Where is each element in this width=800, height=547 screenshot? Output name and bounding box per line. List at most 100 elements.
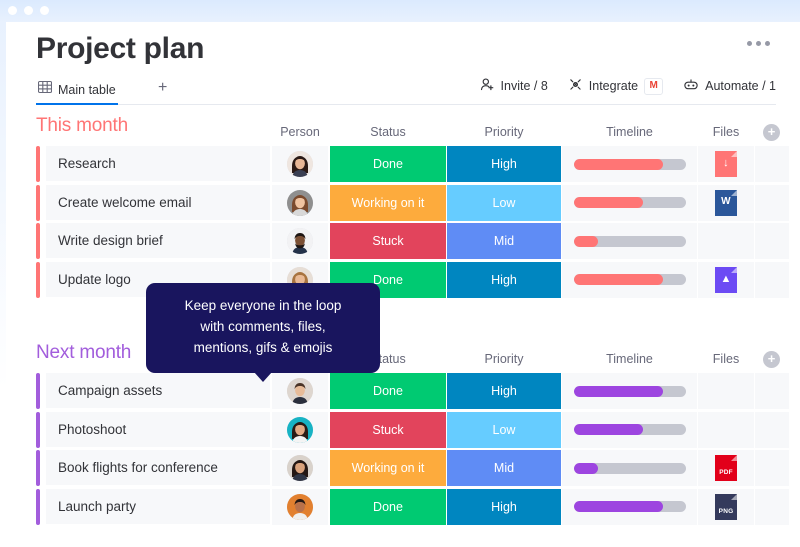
column-header-timeline[interactable]: Timeline bbox=[562, 125, 697, 139]
tooltip-pointer bbox=[254, 371, 272, 382]
file-audio-icon[interactable]: ↓ bbox=[715, 151, 737, 177]
row-name-cell[interactable]: Research bbox=[46, 146, 270, 182]
table-row[interactable]: Research Done High ↓ bbox=[36, 146, 789, 183]
file-word-icon[interactable]: W bbox=[715, 189, 737, 216]
browser-window-chrome bbox=[0, 0, 800, 22]
timeline-fill bbox=[573, 501, 664, 512]
table-row[interactable]: Write design brief Stuck Mid bbox=[36, 223, 789, 260]
automate-button[interactable]: Automate / 1 bbox=[683, 77, 776, 95]
invite-button[interactable]: Invite / 8 bbox=[480, 77, 548, 95]
files-cell[interactable]: W bbox=[698, 184, 754, 222]
timeline-fill bbox=[573, 197, 643, 208]
timeline-fill bbox=[573, 158, 664, 170]
window-minimize-dot[interactable] bbox=[24, 6, 33, 15]
priority-cell[interactable]: High bbox=[447, 488, 561, 526]
row-name-cell[interactable]: Book flights for conference bbox=[46, 450, 270, 486]
files-cell[interactable]: ↓ bbox=[698, 146, 754, 183]
empty-cell bbox=[755, 261, 789, 299]
column-header-status[interactable]: Status bbox=[330, 125, 446, 139]
row-group-accent bbox=[36, 146, 40, 182]
row-name-cell[interactable]: Create welcome email bbox=[46, 184, 270, 221]
timeline-cell[interactable] bbox=[562, 223, 697, 260]
priority-cell[interactable]: Low bbox=[447, 184, 561, 222]
status-cell[interactable]: Done bbox=[330, 146, 446, 183]
tab-main-table[interactable]: Main table bbox=[36, 76, 118, 105]
table-row[interactable]: Book flights for conference Working on it… bbox=[36, 450, 789, 487]
column-header-person[interactable]: Person bbox=[272, 125, 328, 139]
status-cell[interactable]: Working on it bbox=[330, 184, 446, 222]
priority-cell[interactable]: Mid bbox=[447, 450, 561, 487]
files-cell[interactable]: PDF bbox=[698, 450, 754, 487]
status-cell[interactable]: Stuck bbox=[330, 223, 446, 260]
timeline-fill bbox=[573, 462, 599, 474]
file-pdf-icon[interactable]: PDF bbox=[715, 455, 737, 481]
timeline-cell[interactable] bbox=[562, 450, 697, 487]
ellipsis-icon bbox=[765, 41, 770, 46]
timeline-track bbox=[573, 385, 686, 397]
column-header-priority[interactable]: Priority bbox=[447, 125, 561, 139]
person-cell[interactable] bbox=[272, 488, 328, 526]
window-close-dot[interactable] bbox=[8, 6, 17, 15]
person-cell[interactable] bbox=[272, 411, 328, 449]
feature-tooltip: Keep everyone in the loop with comments,… bbox=[146, 283, 380, 382]
files-cell[interactable] bbox=[698, 411, 754, 449]
priority-cell[interactable]: High bbox=[447, 261, 561, 299]
files-cell[interactable]: PNG bbox=[698, 488, 754, 526]
timeline-fill bbox=[573, 235, 599, 247]
table-row[interactable]: Create welcome email Working on it Low W bbox=[36, 184, 789, 222]
timeline-cell[interactable] bbox=[562, 261, 697, 299]
table-row[interactable]: Photoshoot Stuck Low bbox=[36, 411, 789, 449]
timeline-cell[interactable] bbox=[562, 373, 697, 410]
person-cell[interactable] bbox=[272, 146, 328, 183]
person-cell[interactable] bbox=[272, 184, 328, 222]
timeline-cell[interactable] bbox=[562, 411, 697, 449]
files-cell[interactable] bbox=[698, 373, 754, 410]
timeline-cell[interactable] bbox=[562, 488, 697, 526]
person-cell[interactable] bbox=[272, 450, 328, 487]
files-cell[interactable]: ▲ bbox=[698, 261, 754, 299]
priority-cell[interactable]: Mid bbox=[447, 223, 561, 260]
column-header-files[interactable]: Files bbox=[698, 352, 754, 366]
page-title: Project plan bbox=[36, 32, 205, 65]
priority-cell[interactable]: High bbox=[447, 146, 561, 183]
integrate-button[interactable]: Integrate M bbox=[568, 77, 664, 95]
status-cell[interactable]: Done bbox=[330, 488, 446, 526]
column-header-priority[interactable]: Priority bbox=[447, 352, 561, 366]
person-cell[interactable] bbox=[272, 373, 328, 410]
row-group-accent bbox=[36, 411, 40, 448]
tab-main-table-label: Main table bbox=[58, 82, 116, 97]
status-cell[interactable]: Stuck bbox=[330, 411, 446, 449]
row-name-cell[interactable]: Campaign assets bbox=[46, 373, 270, 409]
file-image-icon[interactable]: ▲ bbox=[715, 266, 737, 293]
file-png-icon[interactable]: PNG bbox=[715, 493, 737, 520]
status-cell[interactable]: Working on it bbox=[330, 450, 446, 487]
avatar-woman-brown-hair bbox=[287, 189, 313, 216]
table-row[interactable]: Launch party Done High PNG bbox=[36, 488, 789, 526]
timeline-cell[interactable] bbox=[562, 146, 697, 183]
board-tab-strip: Main table + Invite / 8 Integrate M Auto… bbox=[36, 76, 776, 105]
column-header-files[interactable]: Files bbox=[698, 125, 754, 139]
ellipsis-icon bbox=[756, 41, 761, 46]
table-row[interactable]: Campaign assets Done High bbox=[36, 373, 789, 410]
add-tab-button[interactable]: + bbox=[158, 78, 167, 98]
timeline-track bbox=[573, 424, 686, 435]
priority-cell[interactable]: Low bbox=[447, 411, 561, 449]
status-cell[interactable]: Done bbox=[330, 373, 446, 410]
timeline-fill bbox=[573, 274, 664, 285]
file-glyph: W bbox=[721, 195, 731, 207]
add-column-button[interactable]: + bbox=[763, 351, 780, 368]
add-column-button[interactable]: + bbox=[763, 124, 780, 141]
timeline-track bbox=[573, 462, 686, 474]
row-name-cell[interactable]: Launch party bbox=[46, 488, 270, 525]
files-cell[interactable] bbox=[698, 223, 754, 260]
row-name-cell[interactable]: Photoshoot bbox=[46, 411, 270, 448]
priority-cell[interactable]: High bbox=[447, 373, 561, 410]
table-grid-icon bbox=[37, 80, 53, 99]
row-name-cell[interactable]: Write design brief bbox=[46, 223, 270, 259]
board-menu-button[interactable] bbox=[747, 41, 770, 46]
window-maximize-dot[interactable] bbox=[40, 6, 49, 15]
timeline-cell[interactable] bbox=[562, 184, 697, 222]
person-cell[interactable] bbox=[272, 223, 328, 260]
timeline-track bbox=[573, 197, 686, 208]
column-header-timeline[interactable]: Timeline bbox=[562, 352, 697, 366]
